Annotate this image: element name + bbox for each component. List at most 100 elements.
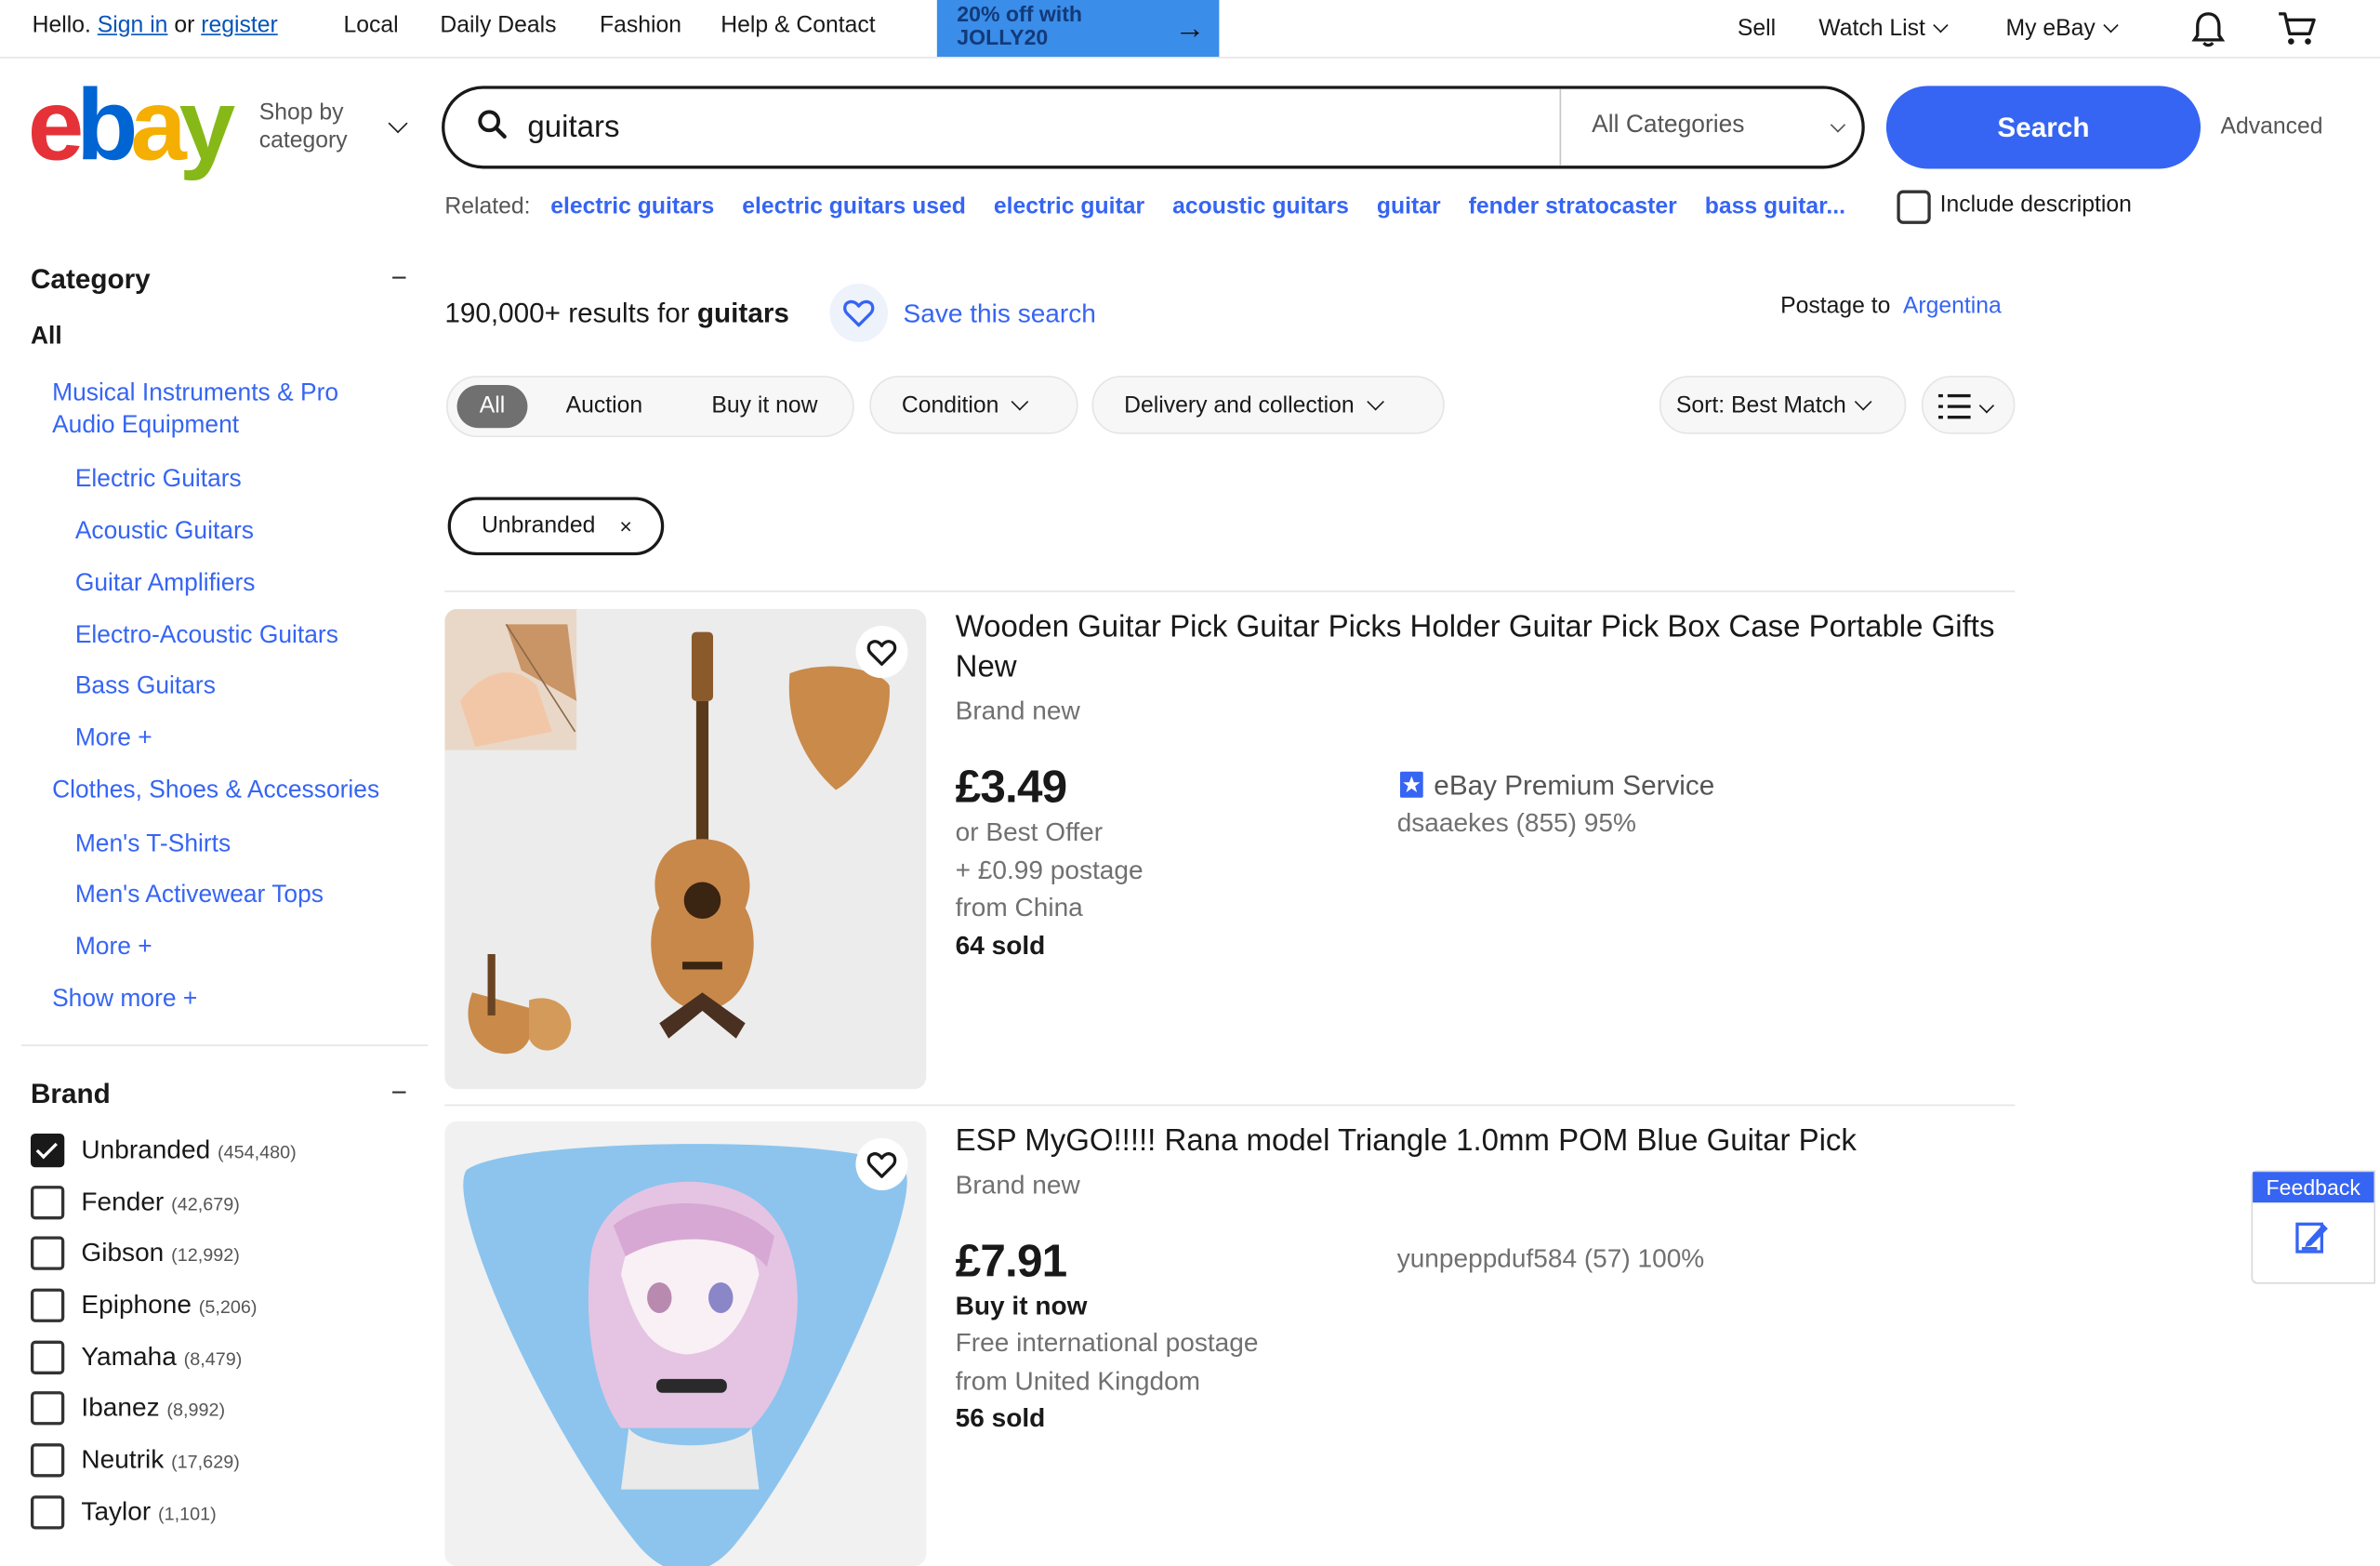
listing-image[interactable] <box>444 1121 927 1566</box>
related-link[interactable]: acoustic guitars <box>1172 193 1349 219</box>
brand-name: Neutrik <box>81 1444 165 1475</box>
watch-item-button[interactable] <box>855 625 908 679</box>
nav-fashion[interactable]: Fashion <box>600 12 681 38</box>
collapse-brand-icon[interactable]: − <box>391 1077 407 1109</box>
my-ebay-menu[interactable]: My eBay <box>2006 15 2120 42</box>
brand-checkbox[interactable] <box>30 1236 65 1270</box>
chevron-down-icon <box>1854 392 1872 411</box>
guitar-pick-holder-image <box>444 608 890 1055</box>
listing-image[interactable] <box>444 608 927 1090</box>
listing-origin: from United Kingdom <box>955 1366 1201 1397</box>
category-electro-acoustic[interactable]: Electro-Acoustic Guitars <box>75 619 338 652</box>
watch-list-menu[interactable]: Watch List <box>1818 15 1950 42</box>
category-bass-guitars[interactable]: Bass Guitars <box>75 670 216 703</box>
ebay-logo[interactable]: ebay <box>28 73 235 175</box>
nav-daily-deals[interactable]: Daily Deals <box>440 12 556 38</box>
nav-local[interactable]: Local <box>343 12 398 38</box>
brand-count: (8,992) <box>166 1399 226 1421</box>
greeting: Hello. Sign in or register <box>33 12 278 38</box>
sidebar-divider <box>21 1044 429 1046</box>
listing-title-link[interactable]: ESP MyGO!!!!! Rana model Triangle 1.0mm … <box>956 1121 1999 1161</box>
brand-checkbox[interactable] <box>30 1186 65 1220</box>
listing-postage: Free international postage <box>955 1328 1259 1358</box>
search-button[interactable]: Search <box>1885 86 2202 169</box>
category-clothes[interactable]: Clothes, Shoes & Accessories <box>52 775 379 807</box>
feedback-tab[interactable]: Feedback <box>2251 1170 2376 1284</box>
related-link[interactable]: electric guitar <box>994 193 1144 219</box>
brand-name: Fender <box>81 1187 165 1217</box>
listing-buy-format: Buy it now <box>955 1291 1088 1321</box>
feedback-edit-icon <box>2295 1222 2328 1254</box>
save-search-button[interactable] <box>829 284 889 342</box>
watch-item-button[interactable] <box>855 1137 908 1191</box>
brand-checkbox[interactable] <box>30 1391 65 1426</box>
category-mens-activewear[interactable]: Men's Activewear Tops <box>75 879 324 911</box>
shop-by-category-button[interactable]: Shop by category <box>259 100 348 154</box>
format-auction-button[interactable]: Auction <box>566 392 643 418</box>
results-count: 190,000+ results for guitars <box>444 298 789 330</box>
category-guitar-amplifiers[interactable]: Guitar Amplifiers <box>75 567 256 600</box>
brand-checkbox[interactable] <box>30 1340 65 1374</box>
category-mens-tshirts[interactable]: Men's T-Shirts <box>75 829 231 861</box>
listing-price: £3.49 <box>955 762 1068 814</box>
sell-link[interactable]: Sell <box>1738 15 1776 41</box>
format-buy-it-now-button[interactable]: Buy it now <box>711 392 817 418</box>
brand-checkbox[interactable] <box>30 1133 65 1168</box>
brand-count: (17,629) <box>171 1451 240 1473</box>
chevron-down-icon <box>388 113 408 134</box>
sign-in-link[interactable]: Sign in <box>98 12 168 38</box>
listing-title-link[interactable]: Wooden Guitar Pick Guitar Picks Holder G… <box>956 607 1999 687</box>
collapse-category-icon[interactable]: − <box>391 262 407 295</box>
search-input[interactable] <box>524 104 1543 151</box>
category-select[interactable]: All Categories <box>1592 112 1744 139</box>
chip-remove-icon[interactable]: × <box>619 500 632 552</box>
listing-condition: Brand new <box>955 696 1080 726</box>
category-musical-instruments[interactable]: Musical Instruments & Pro Audio Equipmen… <box>52 378 404 442</box>
listing-sold-count: 56 sold <box>955 1403 1046 1433</box>
search-bar: All Categories <box>442 86 1865 169</box>
category-more-button[interactable]: More + <box>75 931 152 963</box>
register-link[interactable]: register <box>201 12 278 38</box>
related-link[interactable]: electric guitars used <box>742 193 966 219</box>
nav-help-contact[interactable]: Help & Contact <box>721 12 875 38</box>
delivery-filter-button[interactable]: Delivery and collection <box>1091 376 1445 434</box>
include-description-label[interactable]: Include description <box>1940 192 2132 218</box>
category-more-button[interactable]: More + <box>75 723 152 755</box>
category-electric-guitars[interactable]: Electric Guitars <box>75 463 242 496</box>
search-divider <box>1559 88 1562 166</box>
active-filter-chip[interactable]: Unbranded × <box>447 497 665 556</box>
brand-checkbox[interactable] <box>30 1288 65 1322</box>
delivery-label: Delivery and collection <box>1124 392 1355 419</box>
brand-count: (5,206) <box>198 1295 258 1318</box>
save-search-link[interactable]: Save this search <box>904 299 1096 330</box>
category-show-more[interactable]: Show more + <box>52 983 197 1015</box>
condition-label: Condition <box>901 392 999 419</box>
advanced-search-link[interactable]: Advanced <box>2220 113 2322 139</box>
cart-icon[interactable] <box>2278 11 2318 48</box>
brand-count: (8,479) <box>183 1347 243 1371</box>
related-link[interactable]: guitar <box>1377 193 1441 219</box>
promo-banner[interactable]: 20% off with JOLLY20 → <box>936 0 1220 58</box>
sort-button[interactable]: Sort: Best Match <box>1659 376 1907 434</box>
related-link[interactable]: bass guitar... <box>1705 193 1845 219</box>
notification-bell-icon[interactable] <box>2189 9 2227 49</box>
view-toggle-button[interactable] <box>1921 376 2016 434</box>
category-all[interactable]: All <box>31 324 62 352</box>
top-nav-bar: Hello. Sign in or register Local Daily D… <box>0 0 2380 59</box>
chevron-down-icon <box>1934 18 1950 33</box>
brand-checkbox[interactable] <box>30 1495 65 1530</box>
or-text: or <box>174 12 195 39</box>
postage-country-link[interactable]: Argentina <box>1903 293 2002 319</box>
include-description-checkbox[interactable] <box>1897 190 1931 224</box>
brand-count: (12,992) <box>171 1243 240 1266</box>
brand-checkbox[interactable] <box>30 1443 65 1478</box>
related-link[interactable]: fender stratocaster <box>1469 193 1677 219</box>
postage-to: Postage to Argentina <box>1780 293 2002 319</box>
category-acoustic-guitars[interactable]: Acoustic Guitars <box>75 515 254 548</box>
format-all-button[interactable]: All <box>456 385 528 429</box>
condition-filter-button[interactable]: Condition <box>869 376 1078 434</box>
category-heading: Category <box>30 263 151 295</box>
related-link[interactable]: electric guitars <box>550 193 714 219</box>
chevron-down-icon <box>1830 117 1846 133</box>
brand-name: Yamaha <box>81 1342 177 1372</box>
